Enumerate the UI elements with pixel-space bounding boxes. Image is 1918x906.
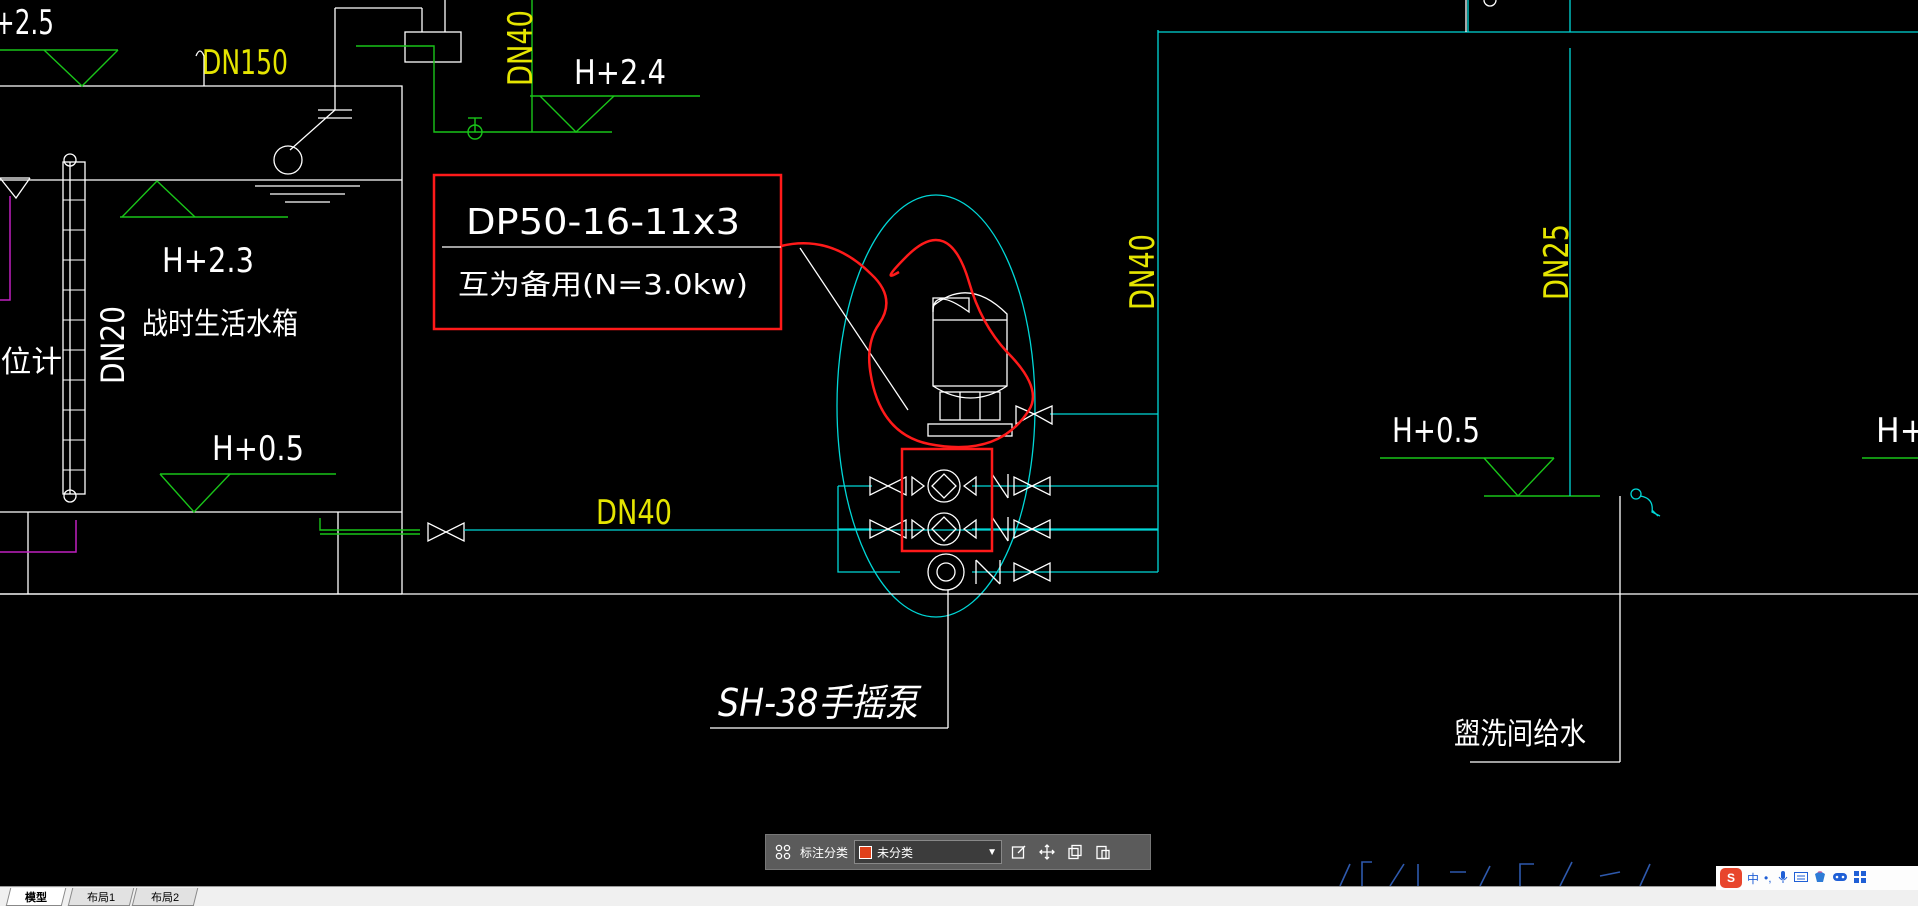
water-tank	[0, 0, 465, 595]
ime-logo-icon[interactable]: S	[1720, 868, 1742, 888]
keyboard-icon[interactable]	[1793, 871, 1808, 886]
elevation-h23: H+2.3	[162, 241, 254, 281]
chevron-down-icon: ▼	[987, 846, 998, 858]
elevation-h-cut: H+	[1876, 411, 1918, 451]
ime-punct[interactable]: •,	[1764, 871, 1772, 885]
dn40-top-label: DN40	[501, 10, 541, 86]
white-labels: +2.5 H+2.4 H+2.3 战时生活水箱 水位计 DN20 H+0.5 D…	[0, 3, 1918, 752]
dn40-horizontal-label: DN40	[596, 493, 672, 533]
category-color-swatch	[859, 845, 873, 859]
pump-note: 互为备用(N=3.0kw)	[458, 268, 748, 301]
elevation-top-left: +2.5	[0, 3, 54, 43]
game-icon[interactable]	[1832, 871, 1848, 886]
elevation-h24: H+2.4	[574, 53, 666, 93]
tab-layout2[interactable]: 布局2	[131, 888, 199, 906]
skin-icon[interactable]	[1813, 870, 1827, 887]
tab-layout1[interactable]: 布局1	[67, 888, 135, 906]
mic-icon[interactable]	[1777, 870, 1789, 887]
copy-icon[interactable]	[1064, 841, 1086, 863]
right-structure	[0, 0, 1918, 763]
ime-mode[interactable]: 中	[1747, 870, 1759, 887]
elevation-h05-right: H+0.5	[1392, 411, 1480, 451]
dn20-label: DN20	[94, 306, 132, 384]
cyan-pipes	[464, 0, 1918, 618]
grid-icon[interactable]	[772, 841, 794, 863]
paste-icon[interactable]	[1092, 841, 1114, 863]
tab-label: 布局2	[151, 891, 180, 904]
level-gauge-label: 水位计	[0, 345, 62, 380]
tab-model[interactable]: 模型	[5, 888, 67, 906]
move-icon[interactable]	[1036, 841, 1058, 863]
washroom-supply-label: 盥洗间给水	[1454, 717, 1586, 752]
partial-text-bottom-right	[1339, 861, 1651, 887]
hand-pump-label: SH-38手摇泵	[718, 681, 922, 725]
annotation-toolbar: 标注分类 未分类 ▼	[765, 834, 1151, 870]
dn150-label: DN150	[202, 43, 288, 83]
category-label: 标注分类	[800, 845, 849, 860]
ime-toolbar: S 中 •,	[1716, 866, 1918, 890]
pump-model: DP50-16-11x3	[466, 202, 740, 243]
cad-drawing-canvas[interactable]: DN150 DN40 DN40 DN40 DN25 +2.5 H+2.4 H+2…	[0, 0, 1918, 906]
elevation-h05-tank: H+0.5	[212, 429, 304, 469]
tab-label: 模型	[25, 891, 48, 904]
layout-tabs: 模型 布局1 布局2	[0, 886, 1918, 906]
tab-label: 布局1	[87, 891, 116, 904]
category-value: 未分类	[877, 845, 914, 860]
dn25-label: DN25	[1537, 224, 1577, 300]
tank-name: 战时生活水箱	[142, 307, 298, 342]
edit-icon[interactable]	[1008, 841, 1030, 863]
dn40-right-label: DN40	[1123, 234, 1163, 310]
pump-callout-box	[432, 173, 783, 331]
category-select[interactable]: 未分类 ▼	[854, 840, 1003, 864]
yellow-labels: DN150 DN40 DN40 DN40 DN25	[202, 10, 1577, 533]
apps-icon[interactable]	[1853, 870, 1867, 887]
